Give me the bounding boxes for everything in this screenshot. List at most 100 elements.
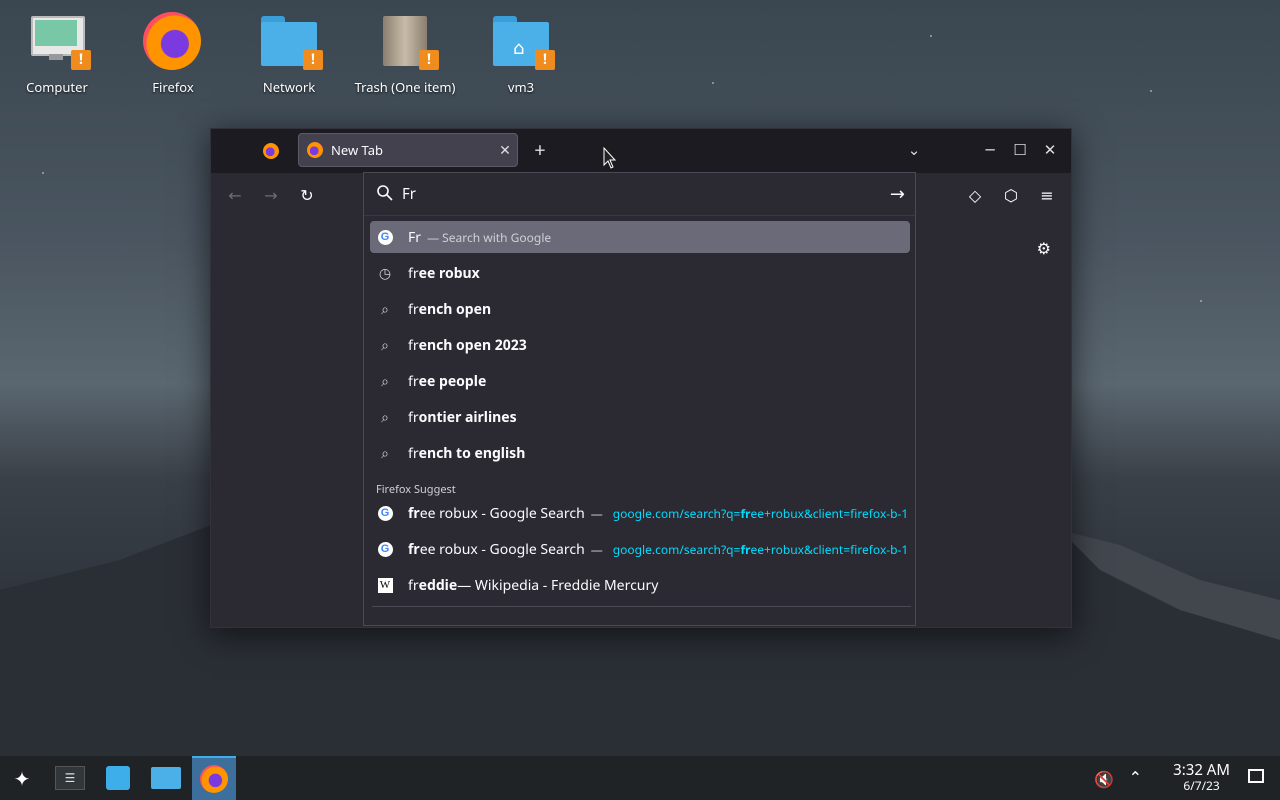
search-icon bbox=[377, 185, 393, 201]
suggestion-typed: fr bbox=[408, 335, 419, 355]
tab-title: New Tab bbox=[331, 141, 384, 159]
clock[interactable]: 3:32 AM 6/7/23 bbox=[1173, 762, 1230, 794]
url-input[interactable]: Fr → bbox=[364, 173, 915, 216]
suggestion-search[interactable]: ⌕ fr ench to english bbox=[370, 437, 910, 469]
suggestion-search[interactable]: ⌕ fr ontier airlines bbox=[370, 401, 910, 433]
suggestion-search[interactable]: ⌕ fr ee people bbox=[370, 365, 910, 397]
desktop-icon-computer[interactable]: ! Computer bbox=[2, 10, 112, 96]
show-desktop-icon[interactable] bbox=[1248, 769, 1264, 783]
warning-icon: ! bbox=[535, 50, 555, 70]
suggestion-search[interactable]: ⌕ fr ench open bbox=[370, 293, 910, 325]
suggestion-history[interactable]: ◷ fr ee robux bbox=[370, 257, 910, 289]
maximize-button[interactable]: ☐ bbox=[1009, 139, 1031, 161]
extensions-icon[interactable]: ⬡ bbox=[999, 183, 1023, 207]
settings-gear-icon[interactable]: ⚙ bbox=[1037, 237, 1051, 259]
desktop-icon-label: Firefox bbox=[152, 78, 194, 96]
computer-icon: ! bbox=[27, 10, 91, 72]
taskbar: ✦ ☰ 🔇 ⌃ 3:32 AM 6/7/23 bbox=[0, 756, 1280, 800]
new-tab-button[interactable]: + bbox=[529, 139, 551, 161]
wikipedia-icon: W bbox=[377, 577, 393, 593]
firefox-suggest-item[interactable]: W fr eddie — Wikipedia - Freddie Mercury bbox=[370, 569, 910, 601]
desktop-icon-label: Computer bbox=[26, 78, 88, 96]
google-icon: G bbox=[377, 229, 393, 245]
suggestion-typed: fr bbox=[408, 263, 419, 283]
suggest-title: ee robux - Google Search bbox=[419, 539, 585, 559]
home-folder-icon: ⌂ ! bbox=[491, 10, 555, 72]
firefox-view-icon[interactable] bbox=[263, 143, 279, 159]
firefox-suggest-item[interactable]: G fr ee robux - Google Search — google.co… bbox=[370, 533, 910, 565]
system-tray-expand-icon[interactable]: ⌃ bbox=[1129, 766, 1142, 788]
suggestion-rest: ee people bbox=[418, 371, 487, 391]
back-button[interactable]: ← bbox=[223, 183, 247, 207]
urlbar-dropdown: Fr → G Fr — Search with Google ◷ fr ee ro… bbox=[363, 172, 916, 626]
google-icon: G bbox=[377, 541, 393, 557]
suggest-url: google.com/search?q=free+robux&client=fi… bbox=[612, 504, 909, 522]
reload-button[interactable]: ↻ bbox=[295, 183, 319, 207]
network-folder-icon: ! bbox=[259, 10, 323, 72]
star bbox=[42, 172, 44, 174]
desktop-icon-label: Network bbox=[262, 78, 316, 96]
suggest-title-bold: fr bbox=[408, 539, 420, 559]
separator: — bbox=[590, 504, 603, 522]
firefox-icon bbox=[143, 10, 203, 72]
go-arrow-icon[interactable]: → bbox=[890, 182, 905, 206]
forward-button[interactable]: → bbox=[259, 183, 283, 207]
suggestion-rest: ench to english bbox=[418, 443, 526, 463]
clock-time: 3:32 AM bbox=[1173, 760, 1230, 780]
firefox-suggest-label: Firefox Suggest bbox=[376, 482, 456, 497]
mouse-cursor-icon bbox=[603, 147, 617, 169]
star bbox=[1200, 300, 1202, 302]
suggest-title-suffix: — Wikipedia - Freddie Mercury bbox=[457, 575, 659, 595]
menu-icon[interactable]: ≡ bbox=[1035, 183, 1059, 207]
desktop-icon-vm3[interactable]: ⌂ ! vm3 bbox=[466, 10, 576, 96]
app-launcher-icon[interactable]: ✦ bbox=[0, 756, 44, 800]
firefox-suggest-item[interactable]: G fr ee robux - Google Search — google.co… bbox=[370, 497, 910, 529]
file-manager-icon[interactable] bbox=[144, 756, 188, 800]
suggest-title-bold: eddie bbox=[418, 575, 458, 595]
list-all-tabs-chevron-icon[interactable]: ⌄ bbox=[903, 139, 925, 161]
suggest-title: ee robux - Google Search bbox=[419, 503, 585, 523]
desktop-icon-network[interactable]: ! Network bbox=[234, 10, 344, 96]
tab-bar: New Tab ✕ + ⌄ ─ ☐ ✕ bbox=[211, 129, 1071, 173]
warning-icon: ! bbox=[419, 50, 439, 70]
suggestion-typed: fr bbox=[408, 371, 419, 391]
star bbox=[712, 82, 714, 84]
search-icon: ⌕ bbox=[381, 407, 389, 427]
system-settings-icon[interactable]: ☰ bbox=[48, 756, 92, 800]
suggestion-rest: ench open bbox=[418, 299, 492, 319]
star bbox=[1150, 90, 1152, 92]
google-icon: G bbox=[377, 505, 393, 521]
suggestion-typed: fr bbox=[408, 443, 419, 463]
search-icon: ⌕ bbox=[381, 443, 389, 463]
volume-muted-icon[interactable]: 🔇 bbox=[1094, 768, 1114, 790]
clock-date: 6/7/23 bbox=[1183, 777, 1220, 794]
suggestion-text: Fr bbox=[408, 227, 422, 247]
history-icon: ◷ bbox=[378, 263, 392, 283]
suggestion-rest: ench open 2023 bbox=[418, 335, 527, 355]
firefox-tab-icon bbox=[307, 142, 323, 158]
desktop-icon-firefox[interactable]: Firefox bbox=[118, 10, 228, 96]
search-icon: ⌕ bbox=[381, 299, 389, 319]
divider bbox=[372, 606, 911, 607]
pocket-icon[interactable]: ◇ bbox=[963, 183, 987, 207]
minimize-button[interactable]: ─ bbox=[979, 139, 1001, 161]
trash-icon: ! bbox=[375, 10, 439, 72]
suggestion-search-with-google[interactable]: G Fr — Search with Google bbox=[370, 221, 910, 253]
suggestion-typed: fr bbox=[408, 299, 419, 319]
desktop-icon-label: Trash (One item) bbox=[354, 78, 456, 96]
suggest-url: google.com/search?q=free+robux&client=fi… bbox=[612, 540, 909, 558]
close-window-button[interactable]: ✕ bbox=[1039, 139, 1061, 161]
warning-icon: ! bbox=[303, 50, 323, 70]
taskbar-firefox-icon[interactable] bbox=[192, 756, 236, 800]
desktop-icon-trash[interactable]: ! Trash (One item) bbox=[350, 10, 460, 96]
suggestion-search[interactable]: ⌕ fr ench open 2023 bbox=[370, 329, 910, 361]
url-input-value: Fr bbox=[402, 184, 416, 204]
search-icon: ⌕ bbox=[381, 371, 389, 391]
suggest-title-bold: fr bbox=[408, 503, 420, 523]
warning-icon: ! bbox=[71, 50, 91, 70]
discover-store-icon[interactable] bbox=[96, 756, 140, 800]
close-tab-icon[interactable]: ✕ bbox=[493, 141, 517, 160]
suggestion-rest: ee robux bbox=[418, 263, 480, 283]
tab-new-tab[interactable]: New Tab ✕ bbox=[298, 133, 518, 167]
suggestion-subtitle: — Search with Google bbox=[427, 228, 552, 246]
